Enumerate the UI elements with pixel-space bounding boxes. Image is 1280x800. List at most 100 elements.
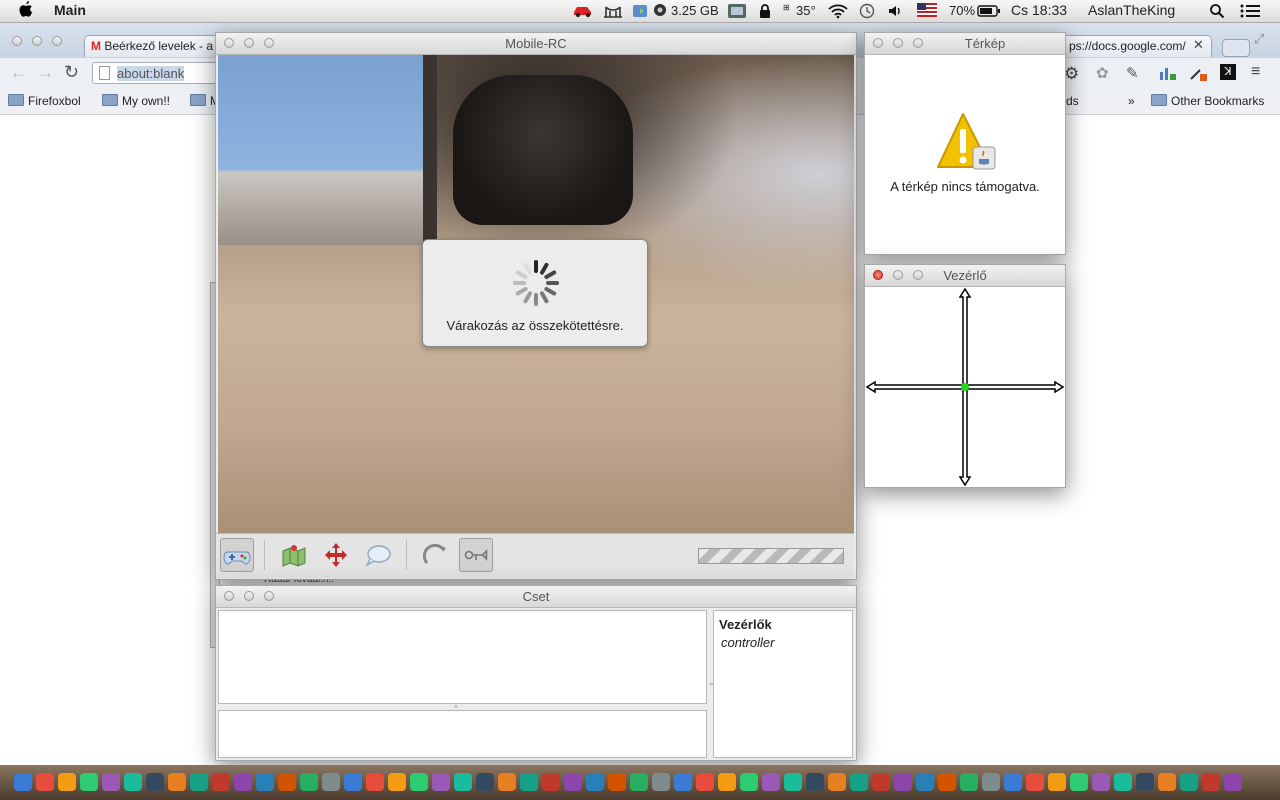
chrome-menu-icon[interactable]: ≡ (1251, 63, 1260, 81)
dock-app-icon[interactable] (58, 773, 76, 791)
spotlight-search-icon[interactable] (1209, 3, 1225, 22)
dock-app-icon[interactable] (740, 773, 758, 791)
chat-titlebar[interactable]: Cset (216, 586, 856, 608)
dock-app-icon[interactable] (652, 773, 670, 791)
chat-button[interactable] (361, 538, 395, 572)
dock-app-icon[interactable] (322, 773, 340, 791)
active-app-name[interactable]: Main (54, 2, 86, 18)
dock-app-icon[interactable] (1070, 773, 1088, 791)
chat-history[interactable] (218, 610, 707, 704)
dock-app-icon[interactable] (1048, 773, 1066, 791)
speed-button[interactable] (419, 538, 453, 572)
close-button[interactable] (873, 38, 883, 48)
dock-app-icon[interactable] (14, 773, 32, 791)
reload-icon[interactable]: ↻ (64, 62, 79, 83)
dock-app-icon[interactable] (366, 773, 384, 791)
map-titlebar[interactable]: Térkép (865, 33, 1065, 55)
wifi-icon[interactable] (827, 3, 849, 22)
clock[interactable]: Cs 18:33 (1011, 2, 1067, 18)
dock-app-icon[interactable] (872, 773, 890, 791)
dock-app-icon[interactable] (300, 773, 318, 791)
controller-titlebar[interactable]: Vezérlő (865, 265, 1065, 287)
dock-app-icon[interactable] (1202, 773, 1220, 791)
bookmark-folder-firefoxbol[interactable]: Firefoxbol (8, 94, 81, 108)
dock-app-icon[interactable] (938, 773, 956, 791)
dock-app-icon[interactable] (1136, 773, 1154, 791)
dock-app-icon[interactable] (234, 773, 252, 791)
chat-message-input[interactable] (218, 710, 707, 758)
time-machine-icon[interactable] (858, 3, 876, 22)
tab-gmail[interactable]: M Beérkező levelek - a (84, 35, 224, 57)
dock-app-icon[interactable] (498, 773, 516, 791)
dock-app-icon[interactable] (146, 773, 164, 791)
dock-app-icon[interactable] (542, 773, 560, 791)
tab-google-docs[interactable]: ps://docs.google.com/ (1062, 35, 1212, 57)
apple-menu-icon[interactable] (18, 1, 34, 24)
user-list-item[interactable]: controller (719, 635, 847, 650)
dock-app-icon[interactable] (960, 773, 978, 791)
dock-app-icon[interactable] (1004, 773, 1022, 791)
dock-app-icon[interactable] (36, 773, 54, 791)
dock-app-icon[interactable] (278, 773, 296, 791)
dock-app-icon[interactable] (80, 773, 98, 791)
dock-app-icon[interactable] (916, 773, 934, 791)
lock-icon[interactable] (758, 3, 772, 22)
dock-app-icon[interactable] (696, 773, 714, 791)
dock-app-icon[interactable] (608, 773, 626, 791)
bookmark-partial[interactable]: ds (1066, 94, 1079, 108)
other-bookmarks[interactable]: Other Bookmarks (1151, 94, 1264, 108)
car-icon[interactable] (572, 2, 594, 21)
dock-app-icon[interactable] (894, 773, 912, 791)
dock-app-icon[interactable] (1180, 773, 1198, 791)
dock-app-icon[interactable] (784, 773, 802, 791)
volume-icon[interactable] (887, 3, 903, 22)
dock-app-icon[interactable] (586, 773, 604, 791)
input-flag-icon[interactable] (917, 3, 937, 20)
extension-icon[interactable]: ✿ (1096, 64, 1109, 82)
bookmarks-overflow-chevron[interactable]: » (1128, 94, 1135, 108)
settings-gear-icon[interactable]: ⚙ (1064, 64, 1079, 84)
dock-app-icon[interactable] (850, 773, 868, 791)
battery-percent[interactable]: 70% (949, 3, 975, 18)
tab-close-icon[interactable]: ✕ (1193, 37, 1204, 53)
fullscreen-icon[interactable]: ⤢ (1254, 31, 1264, 47)
dark-extension-icon[interactable]: ꓘ (1220, 64, 1236, 80)
browser-minimize-button[interactable] (32, 36, 42, 46)
dock-app-icon[interactable] (762, 773, 780, 791)
network-bridge-icon[interactable] (603, 3, 623, 22)
dock-app-icon[interactable] (806, 773, 824, 791)
dock-app-icon[interactable] (388, 773, 406, 791)
dock-app-icon[interactable] (476, 773, 494, 791)
dock-app-icon[interactable] (432, 773, 450, 791)
new-tab-button[interactable] (1222, 39, 1250, 57)
minimize-button[interactable] (893, 38, 903, 48)
dock-app-icon[interactable] (102, 773, 120, 791)
dock-app-icon[interactable] (564, 773, 582, 791)
bookmark-folder-my-own[interactable]: My own!! (102, 94, 170, 108)
browser-zoom-button[interactable] (52, 36, 62, 46)
map-button[interactable] (277, 538, 311, 572)
battery-icon[interactable] (977, 5, 1001, 20)
dock-app-icon[interactable] (454, 773, 472, 791)
dock-app-icon[interactable] (212, 773, 230, 791)
temperature-readout[interactable]: 35° (796, 3, 816, 18)
dock-app-icon[interactable] (1158, 773, 1176, 791)
back-icon[interactable]: ← (10, 63, 27, 83)
address-bar[interactable]: about:blank (92, 62, 222, 84)
dock-app-icon[interactable] (256, 773, 274, 791)
dock-app-icon[interactable] (190, 773, 208, 791)
update-icon[interactable] (632, 3, 650, 22)
mobile-rc-titlebar[interactable]: Mobile-RC (216, 33, 856, 55)
dock-app-icon[interactable] (828, 773, 846, 791)
dock-app-icon[interactable] (982, 773, 1000, 791)
user-name[interactable]: AslanTheKing (1088, 2, 1175, 18)
dock-app-icon[interactable] (124, 773, 142, 791)
dock-app-icon[interactable] (168, 773, 186, 791)
browser-close-button[interactable] (12, 36, 22, 46)
gamepad-button[interactable] (220, 538, 254, 572)
chart-extension-icon[interactable] (1158, 64, 1178, 85)
dock-app-icon[interactable] (718, 773, 736, 791)
eyedropper-extension-icon[interactable] (1188, 64, 1208, 85)
dock-app-icon[interactable] (1026, 773, 1044, 791)
forward-icon[interactable]: → (37, 63, 54, 83)
